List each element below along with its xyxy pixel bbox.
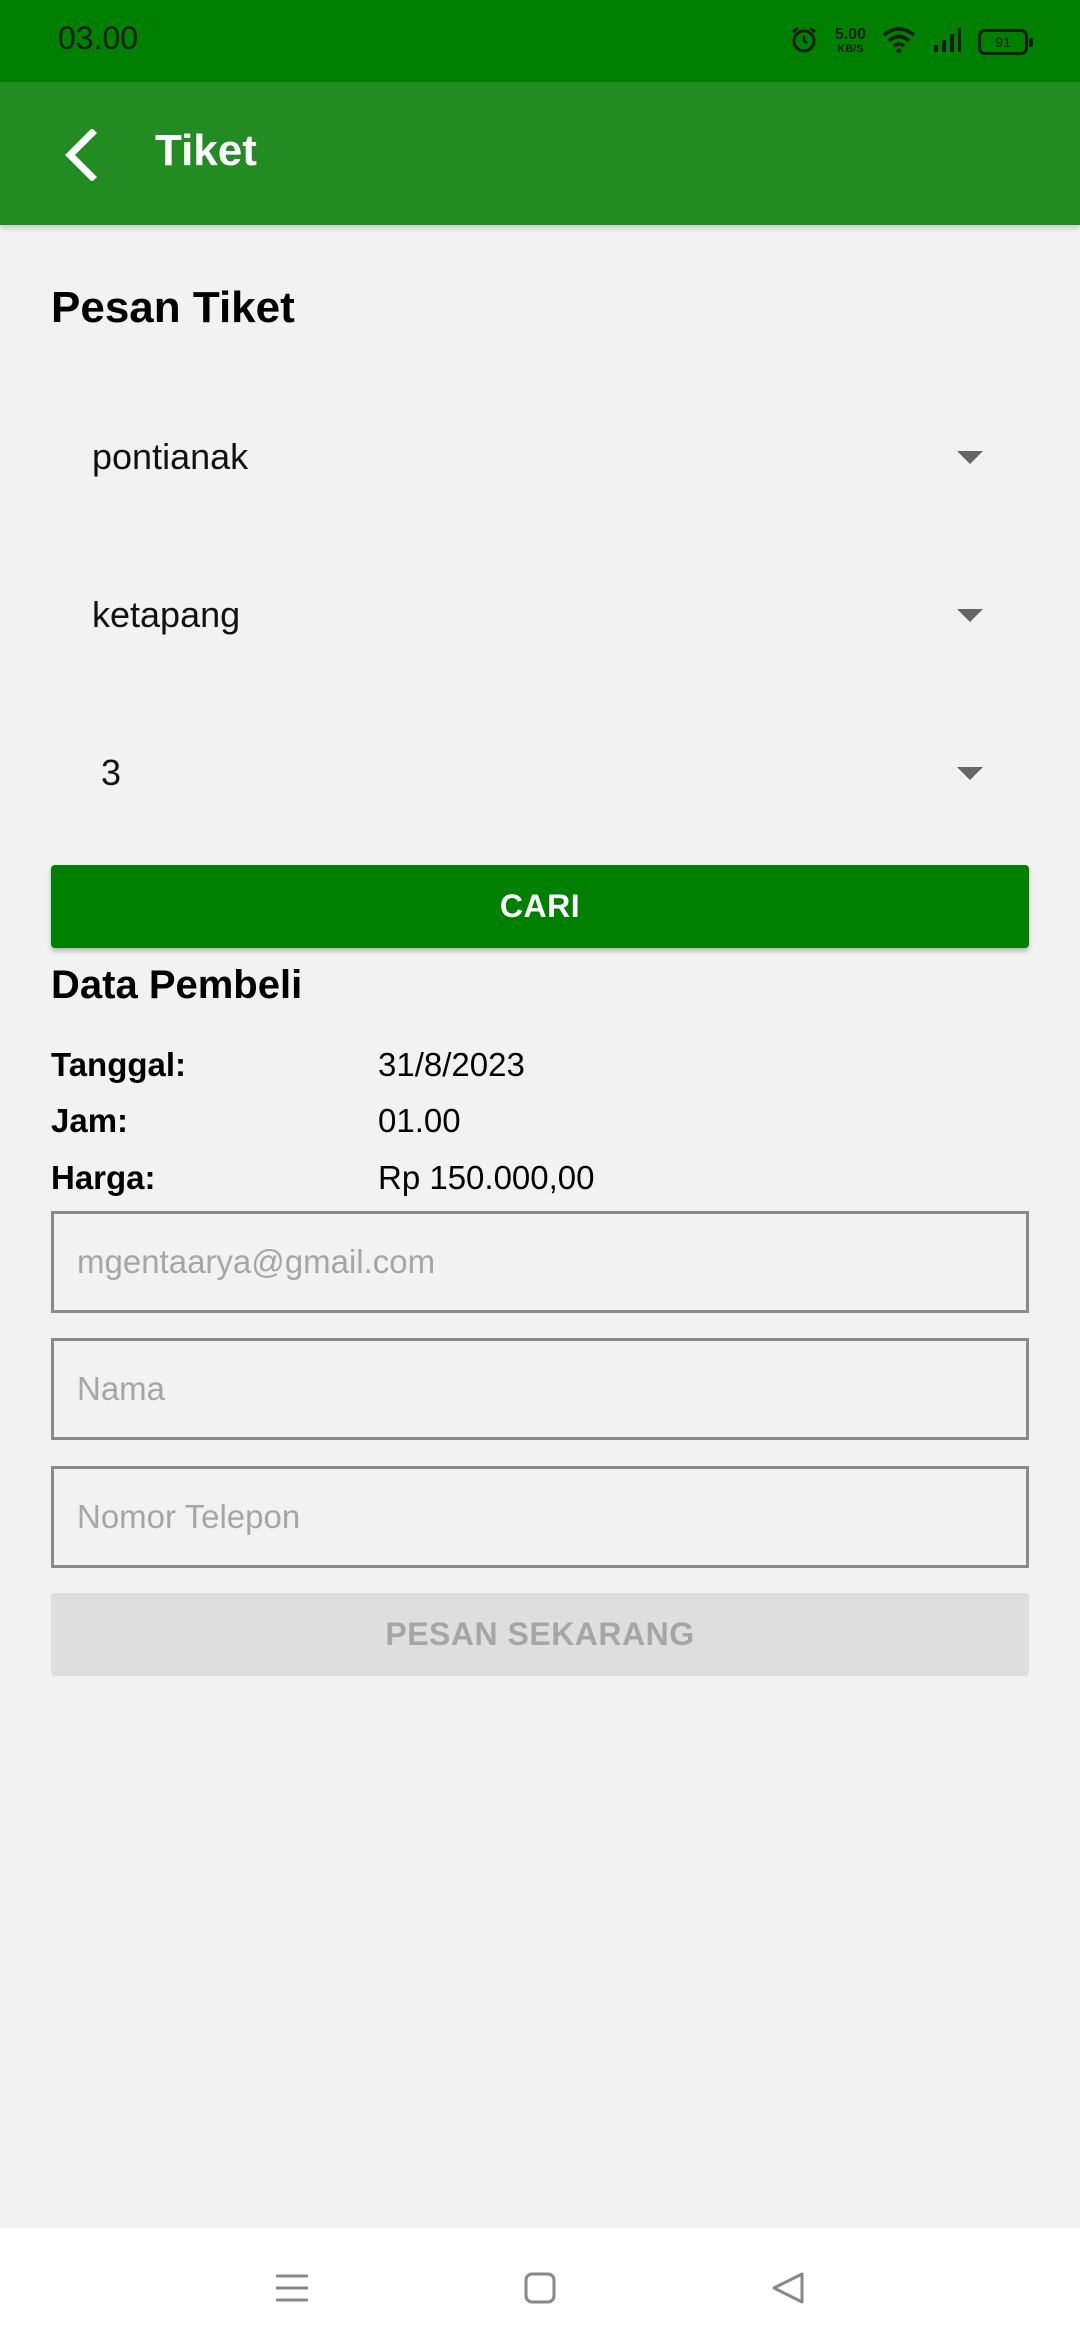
network-speed: 5.00 KB/S — [834, 26, 866, 56]
time-label: Jam: — [51, 1102, 129, 1139]
order-now-button[interactable]: PESAN SEKARANG — [51, 1593, 1029, 1676]
email-field[interactable] — [51, 1211, 1029, 1313]
status-bar: 03.00 5.00 KB/S 91 — [0, 0, 1080, 82]
back-arrow-icon — [65, 129, 97, 181]
back-button[interactable] — [50, 120, 110, 190]
status-icons: 5.00 KB/S 91 — [789, 22, 1033, 62]
date-row: Tanggal: 31/8/2023 — [51, 1046, 1029, 1096]
buyer-section-title: Data Pembeli — [51, 963, 303, 1007]
time-value: 01.00 — [378, 1102, 461, 1139]
battery-icon: 91 — [978, 29, 1033, 55]
origin-value: pontianak — [92, 436, 249, 477]
dropdown-arrow-icon — [957, 450, 983, 464]
date-label: Tanggal: — [51, 1046, 187, 1083]
menu-button[interactable] — [262, 2258, 322, 2318]
back-triangle-icon — [772, 2272, 804, 2304]
app-bar: Tiket — [0, 82, 1080, 225]
price-label: Harga: — [51, 1159, 156, 1196]
phone-field[interactable] — [51, 1466, 1029, 1568]
menu-icon — [276, 2274, 308, 2302]
quantity-dropdown[interactable]: 3 — [51, 718, 1029, 828]
system-nav-bar — [0, 2228, 1080, 2340]
app-title: Tiket — [155, 126, 257, 175]
order-section-title: Pesan Tiket — [51, 283, 295, 332]
wifi-icon — [882, 26, 916, 59]
price-row: Harga: Rp 150.000,00 — [51, 1159, 1029, 1209]
alarm-icon — [789, 25, 819, 60]
battery-level: 91 — [995, 34, 1011, 50]
back-nav-button[interactable] — [758, 2258, 818, 2318]
destination-value: ketapang — [92, 594, 241, 635]
status-time: 03.00 — [58, 20, 139, 56]
home-button[interactable] — [510, 2258, 570, 2318]
signal-icon — [932, 26, 962, 59]
search-button[interactable]: CARI — [51, 865, 1029, 948]
time-row: Jam: 01.00 — [51, 1102, 1029, 1152]
network-speed-unit: KB/S — [837, 43, 864, 55]
destination-dropdown[interactable]: ketapang — [51, 560, 1029, 670]
quantity-value: 3 — [101, 752, 122, 793]
price-value: Rp 150.000,00 — [378, 1159, 595, 1196]
dropdown-arrow-icon — [957, 608, 983, 622]
network-speed-value: 5.00 — [834, 26, 866, 43]
name-field[interactable] — [51, 1338, 1029, 1440]
date-value: 31/8/2023 — [378, 1046, 525, 1083]
home-icon — [524, 2272, 556, 2304]
dropdown-arrow-icon — [957, 766, 983, 780]
origin-dropdown[interactable]: pontianak — [51, 402, 1029, 512]
